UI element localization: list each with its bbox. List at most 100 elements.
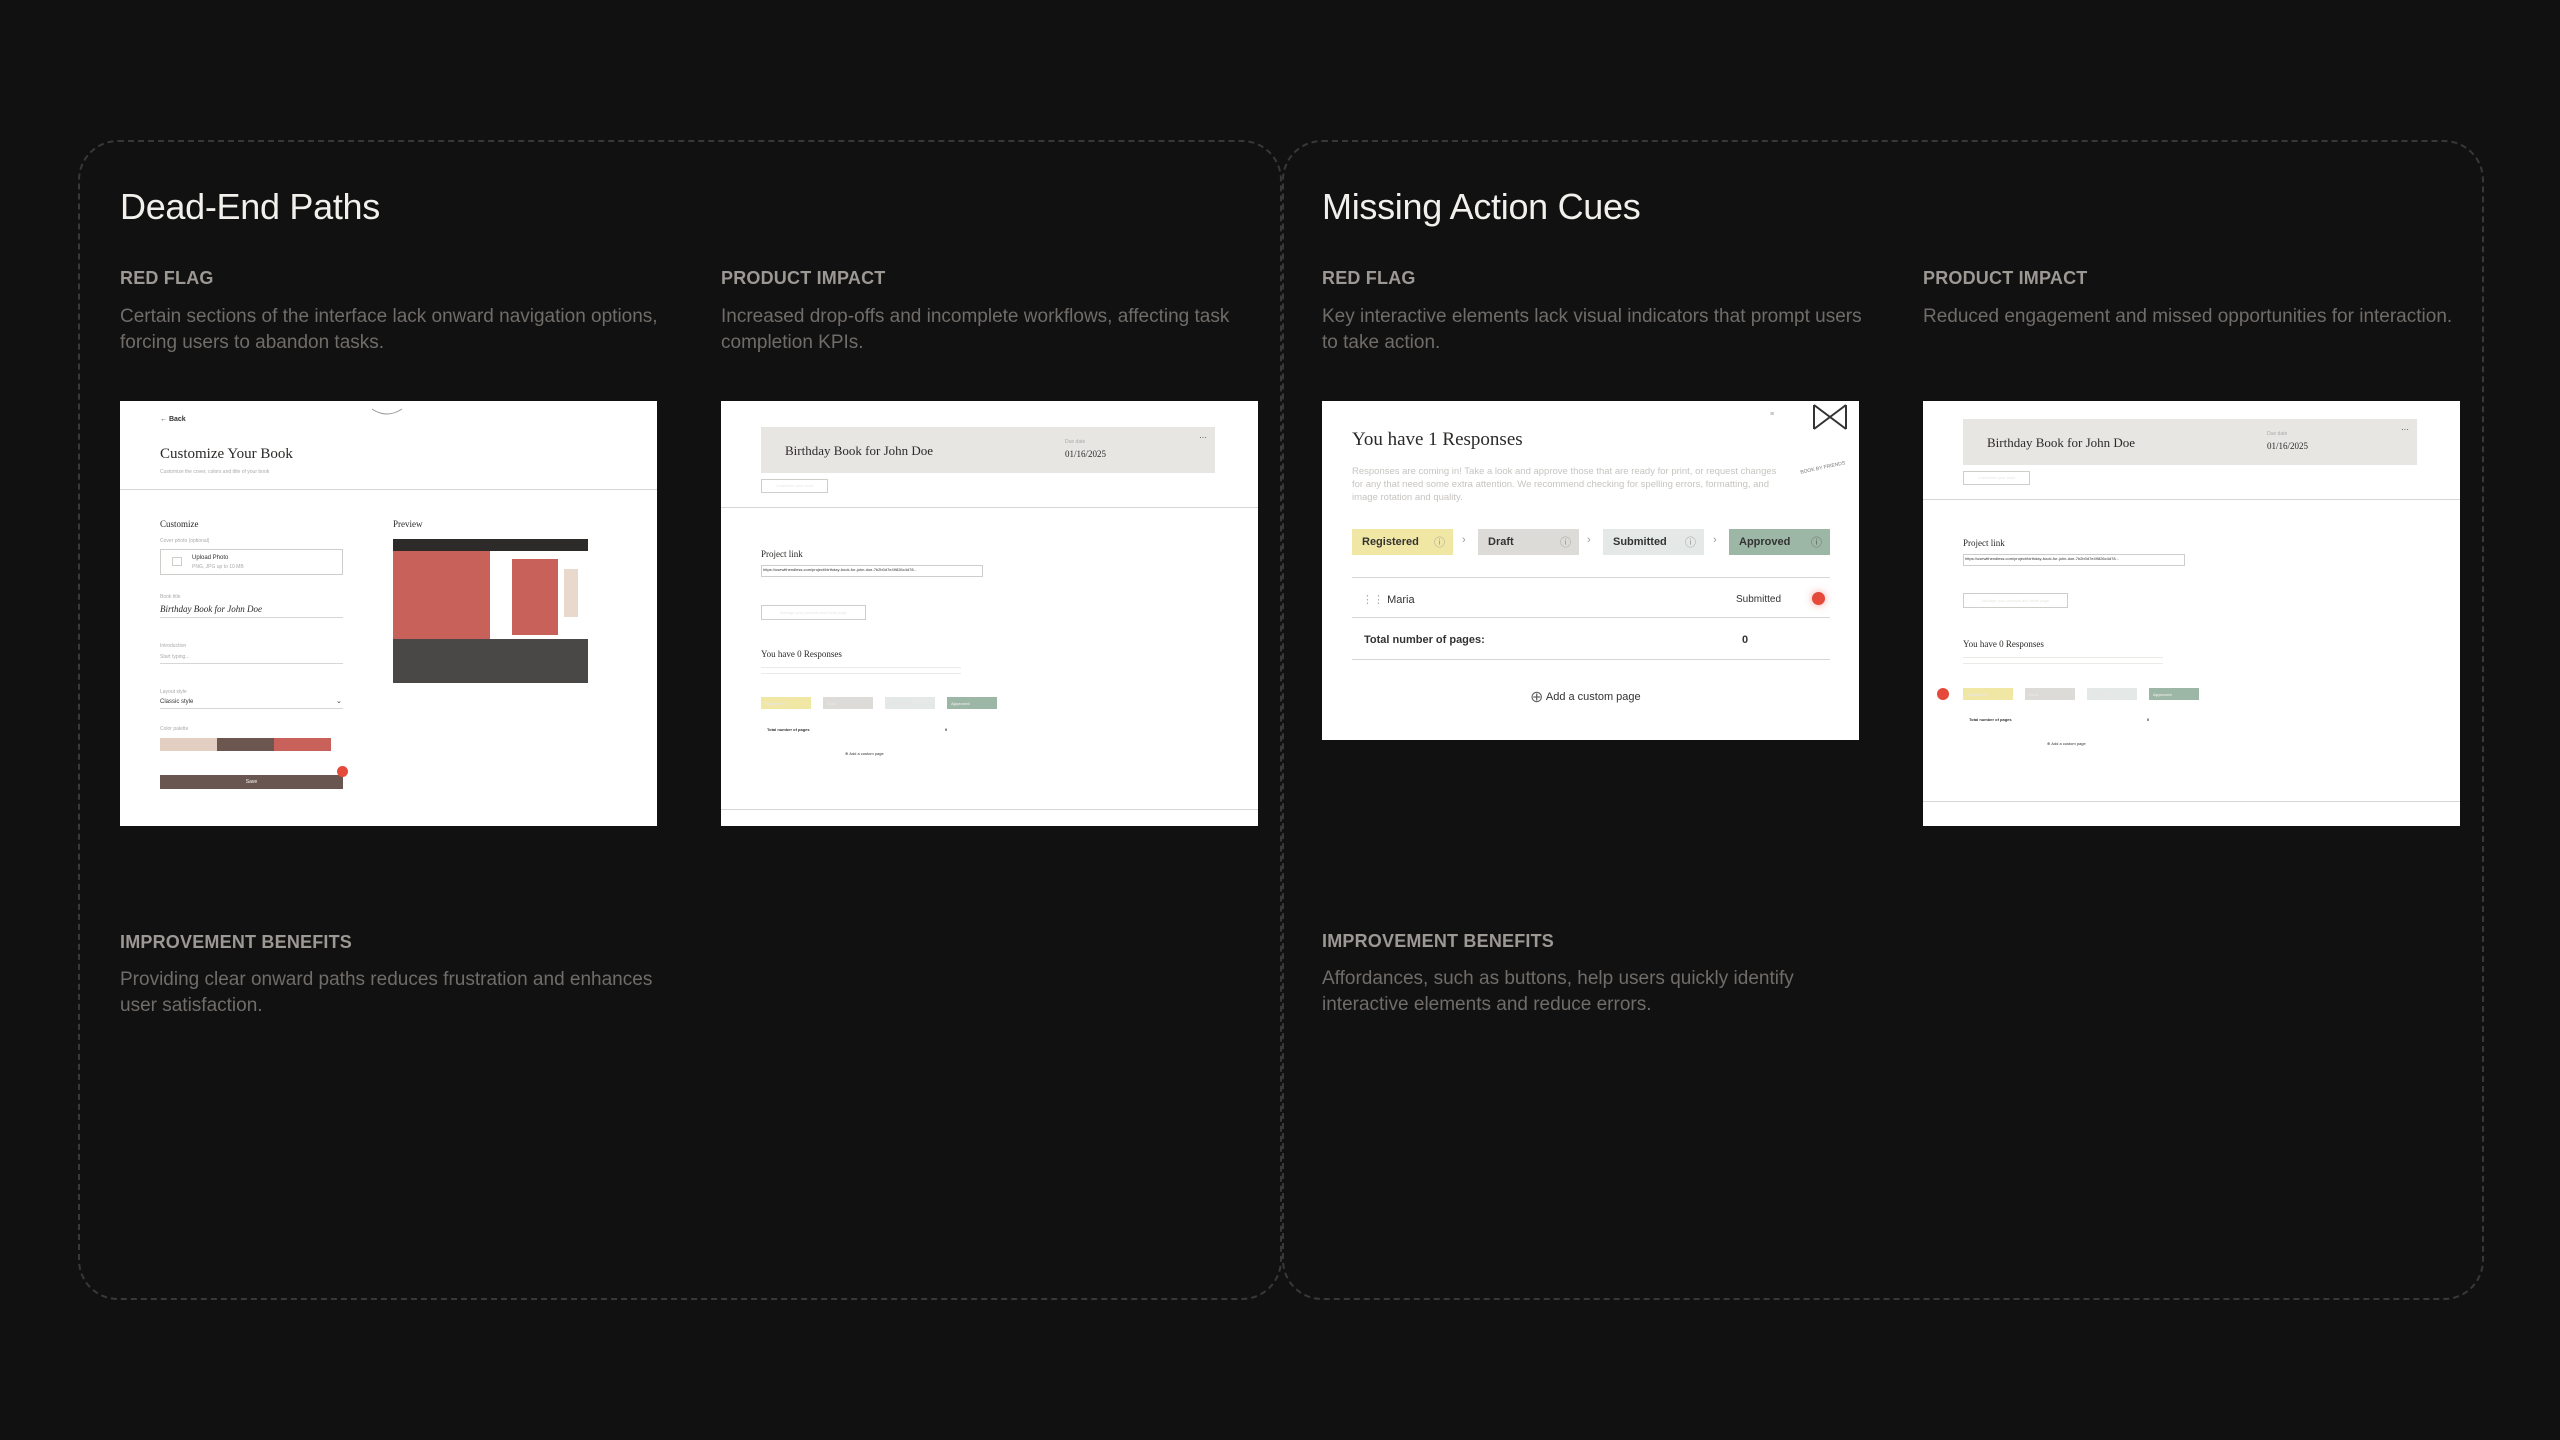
responses-screenshot: You have 1 Responses ≡ BOOK BY FRIENDS R…	[1322, 401, 1859, 740]
responses-description: Responses are coming in! Take a look and…	[1352, 466, 1777, 503]
improvement-label: IMPROVEMENT BENEFITS	[1322, 931, 1555, 951]
help-icon: ⓘ	[1434, 537, 1445, 549]
help-icon: ⓘ	[1560, 537, 1571, 549]
page-title: Customize Your Book	[160, 446, 293, 462]
status-registered[interactable]: Registered	[1963, 688, 2013, 700]
project-url: https://usewithendless.com/project/birth…	[763, 567, 917, 572]
total-pages-value: 0	[2147, 717, 2150, 722]
status-submitted[interactable]: Submitted	[885, 697, 935, 709]
customize-book-button[interactable]: Customize your book	[761, 479, 828, 493]
cover-label: Cover photo (optional)	[160, 538, 210, 544]
color-swatch-beige[interactable]	[160, 738, 217, 751]
intro-input[interactable]: Start typing...	[160, 654, 189, 660]
customize-book-button[interactable]: Customize your book	[1963, 471, 2030, 485]
divider	[1923, 499, 2460, 500]
project-url: https://usewithendless.com/project/birth…	[1965, 556, 2119, 561]
more-icon[interactable]: ···	[2401, 425, 2409, 434]
colors-label: Color palette	[160, 726, 189, 732]
gear-icon[interactable]: ≡	[1770, 411, 1774, 418]
red-flag-text: Key interactive elements lack visual ind…	[1322, 306, 1862, 353]
desc-placeholder	[761, 673, 961, 674]
chevron-right-icon: ›	[1462, 534, 1466, 546]
style-label: Layout style	[160, 689, 187, 695]
total-pages-label: Total number of pages	[1969, 717, 2012, 722]
responses-heading: You have 0 Responses	[761, 649, 842, 659]
product-impact-text: Increased drop-offs and incomplete workf…	[721, 306, 1230, 353]
book-title-label: Book title	[160, 594, 181, 600]
preview-page-edge	[564, 569, 578, 617]
desc-placeholder	[1963, 657, 2163, 658]
red-flag-label: RED FLAG	[120, 268, 214, 288]
response-row-name[interactable]: ⋮⋮ Maria	[1362, 593, 1415, 606]
manage-prompts-button[interactable]: Manage your prompts and invite page	[1963, 593, 2068, 608]
divider	[1923, 801, 2460, 802]
panel-title: Missing Action Cues	[1322, 186, 1641, 227]
add-custom-page-link[interactable]: ⊕ Add a custom page	[2047, 741, 2086, 746]
input-underline	[160, 617, 343, 618]
panel-title: Dead-End Paths	[120, 186, 380, 227]
image-icon	[172, 557, 182, 566]
due-date: 01/16/2025	[1065, 449, 1107, 459]
product-impact-text: Reduced engagement and missed opportunit…	[1923, 306, 2453, 327]
divider	[721, 809, 1258, 810]
manage-prompts-button[interactable]: Manage your prompts and invite page	[761, 605, 866, 620]
project-link-heading: Project link	[761, 549, 803, 559]
status-draft[interactable]: Draft	[823, 697, 873, 709]
drag-handle-icon[interactable]: ⋮⋮	[1362, 594, 1384, 606]
plus-circle-icon: ⊕	[2047, 741, 2051, 746]
attention-dot	[337, 766, 348, 777]
add-custom-page-link[interactable]: ⊕ Add a custom page	[1530, 687, 1641, 707]
divider	[1352, 659, 1830, 660]
attention-dot	[1937, 688, 1949, 700]
desc-placeholder	[1963, 663, 2163, 664]
project-page-screenshot: Birthday Book for John Doe Due date 01/1…	[721, 401, 1258, 826]
book-title: Birthday Book for John Doe	[785, 443, 934, 458]
add-custom-page-link[interactable]: ⊕ Add a custom page	[845, 751, 884, 756]
status-draft[interactable]: Draft	[2025, 688, 2075, 700]
responses-heading: You have 1 Responses	[1352, 429, 1523, 450]
preview-heading: Preview	[393, 519, 423, 529]
red-flag-label: RED FLAG	[1322, 268, 1416, 288]
due-label: Due date	[1065, 439, 1086, 445]
input-underline	[160, 663, 343, 664]
improvement-text: Affordances, such as buttons, help users…	[1322, 968, 1794, 1015]
plus-circle-icon: ⊕	[1530, 689, 1544, 706]
status-registered[interactable]: Registered ⓘ	[1352, 529, 1453, 555]
upload-photo-label: Upload Photo	[192, 555, 229, 561]
status-submitted[interactable]: Submitted	[2087, 688, 2137, 700]
logo-icon	[1813, 404, 1847, 430]
project-page-screenshot: Birthday Book for John Doe Due date 01/1…	[1923, 401, 2460, 826]
product-impact-label: PRODUCT IMPACT	[721, 268, 886, 288]
select-underline	[160, 708, 343, 709]
help-icon: ⓘ	[1685, 537, 1696, 549]
upload-photo-field[interactable]	[160, 549, 343, 575]
stamp-text: BOOK BY FRIENDS	[1799, 460, 1846, 476]
status-draft[interactable]: Draft ⓘ	[1478, 529, 1579, 555]
status-approved[interactable]: Approved	[2149, 688, 2199, 700]
customize-book-screenshot: ← Back Customize Your Book Customize the…	[120, 401, 657, 826]
divider	[120, 489, 657, 490]
color-swatch-brown[interactable]	[217, 738, 274, 751]
page-subtitle: Customize the cover, colors and title of…	[160, 469, 270, 475]
responses-heading: You have 0 Responses	[1963, 639, 2044, 649]
book-title-input[interactable]: Birthday Book for John Doe	[160, 604, 262, 614]
status-approved[interactable]: Approved	[947, 697, 997, 709]
status-registered[interactable]: Registered	[761, 697, 811, 709]
status-approved[interactable]: Approved ⓘ	[1729, 529, 1830, 555]
preview-back-cover	[393, 551, 490, 639]
preview-front-cover	[512, 559, 558, 635]
total-pages-label: Total number of pages:	[1364, 634, 1485, 646]
improvement-text: Providing clear onward paths reduces fru…	[120, 969, 653, 1016]
chevron-right-icon: ›	[1713, 534, 1717, 546]
response-row-status: Submitted	[1736, 594, 1782, 605]
plus-circle-icon: ⊕	[845, 751, 849, 756]
status-dot	[1812, 592, 1825, 605]
project-link-heading: Project link	[1963, 538, 2005, 548]
style-select[interactable]: Classic style	[160, 699, 193, 705]
more-icon[interactable]: ···	[1199, 433, 1207, 442]
color-swatch-red[interactable]	[274, 738, 331, 751]
divider	[721, 507, 1258, 508]
save-button[interactable]: Save	[160, 775, 343, 789]
total-pages-label: Total number of pages	[767, 727, 810, 732]
status-submitted[interactable]: Submitted ⓘ	[1603, 529, 1704, 555]
